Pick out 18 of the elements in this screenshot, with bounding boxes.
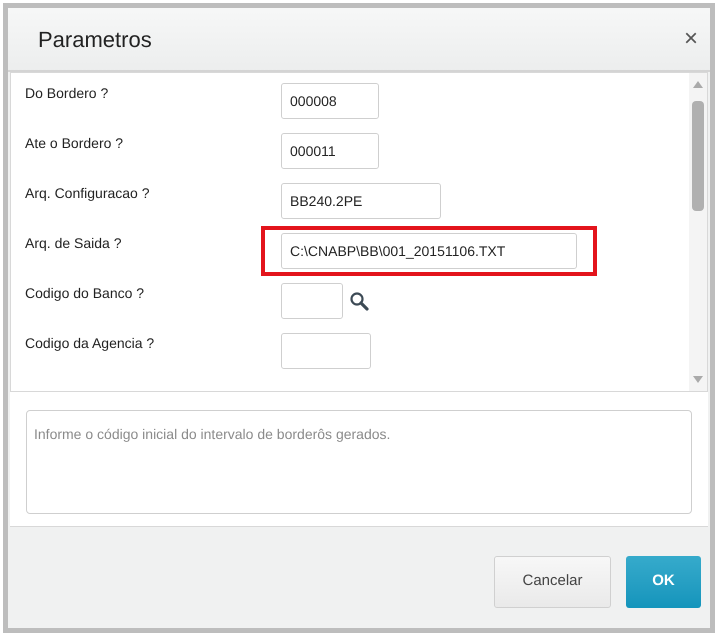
close-button[interactable]: × (684, 27, 698, 51)
field-label: Arq. de Saida ? (25, 234, 123, 253)
input-field[interactable] (281, 333, 371, 369)
input-field[interactable]: C:\CNABP\BB\001_20151106.TXT (281, 233, 577, 269)
input-field[interactable]: 000011 (281, 133, 379, 169)
scrollbar[interactable] (689, 73, 707, 391)
window-title: Parametros (38, 26, 152, 54)
help-text: Informe o código inicial do intervalo de borderôs gerados. (34, 426, 390, 442)
field-label: Ate o Bordero ? (25, 134, 124, 153)
field-label: Codigo da Agencia ? (25, 334, 156, 353)
input-field[interactable] (281, 283, 343, 319)
field-label: Do Bordero ? (25, 84, 110, 103)
search-icon[interactable] (349, 291, 369, 311)
input-field[interactable]: 000008 (281, 83, 379, 119)
field-label: Codigo do Banco ? (25, 284, 146, 303)
field-label: Arq. Configuracao ? (25, 184, 151, 203)
input-field[interactable]: BB240.2PE (281, 183, 441, 219)
cancel-button[interactable]: Cancelar (494, 556, 611, 608)
